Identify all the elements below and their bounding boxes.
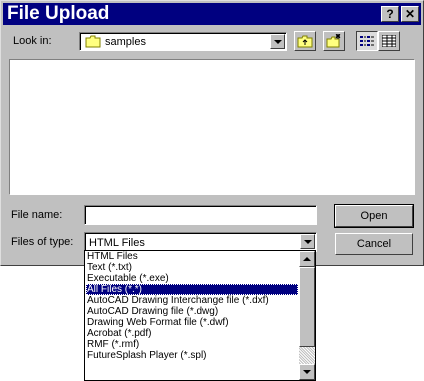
file-list[interactable] — [9, 59, 415, 195]
up-one-level-button[interactable] — [294, 31, 316, 51]
filetype-dropdown-list[interactable]: HTML Files Text (*.txt) Executable (*.ex… — [84, 250, 316, 381]
scroll-down-arrow-icon[interactable] — [299, 364, 315, 380]
open-button[interactable]: Open — [334, 204, 414, 228]
lookin-dropdown-arrow-icon[interactable] — [270, 34, 285, 49]
lookin-label: Look in: — [13, 35, 52, 47]
filename-input[interactable] — [84, 205, 317, 225]
cancel-button[interactable]: Cancel — [335, 233, 413, 255]
filetype-dropdown-arrow-icon[interactable] — [300, 234, 315, 249]
filetype-option[interactable]: Drawing Web Format file (*.dwf) — [86, 317, 298, 328]
list-view-button[interactable] — [356, 31, 378, 51]
filetype-option[interactable]: Executable (*.exe) — [86, 273, 298, 284]
filetype-option[interactable]: RMF (*.rmf) — [86, 339, 298, 350]
filetype-option[interactable]: FutureSplash Player (*.spl) — [86, 350, 298, 361]
filetype-option[interactable]: Acrobat (*.pdf) — [86, 328, 298, 339]
close-button[interactable]: ✕ — [401, 6, 419, 22]
filetype-select[interactable]: HTML Files — [84, 232, 317, 252]
scroll-thumb[interactable] — [299, 267, 315, 347]
filetype-option-selected[interactable]: All Files (*.*) — [86, 284, 298, 295]
scroll-up-arrow-icon[interactable] — [299, 251, 315, 267]
filename-label: File name: — [11, 209, 63, 221]
folder-icon — [85, 35, 101, 51]
up-folder-icon — [297, 34, 313, 51]
filetype-options: HTML Files Text (*.txt) Executable (*.ex… — [86, 251, 298, 361]
filetype-option[interactable]: AutoCAD Drawing file (*.dwg) — [86, 306, 298, 317]
dropdown-scrollbar[interactable] — [299, 251, 315, 380]
filetype-option[interactable]: AutoCAD Drawing Interchange file (*.dxf) — [86, 295, 298, 306]
help-button[interactable]: ? — [381, 6, 399, 22]
list-view-icon — [360, 35, 374, 50]
lookin-combo[interactable]: samples — [79, 32, 287, 51]
filetype-option[interactable]: Text (*.txt) — [86, 262, 298, 273]
new-folder-button[interactable] — [323, 31, 345, 51]
lookin-value: samples — [105, 36, 146, 48]
details-view-button[interactable] — [378, 31, 400, 51]
filetype-option[interactable]: HTML Files — [86, 251, 298, 262]
details-view-icon — [381, 34, 397, 50]
filetype-value: HTML Files — [89, 237, 145, 249]
title-bar[interactable]: File Upload ? ✕ — [3, 3, 421, 25]
file-upload-dialog: File Upload ? ✕ Look in: samples File na… — [0, 0, 424, 266]
window-title: File Upload — [7, 3, 110, 24]
filetype-label: Files of type: — [11, 236, 74, 248]
new-folder-icon — [326, 33, 342, 51]
